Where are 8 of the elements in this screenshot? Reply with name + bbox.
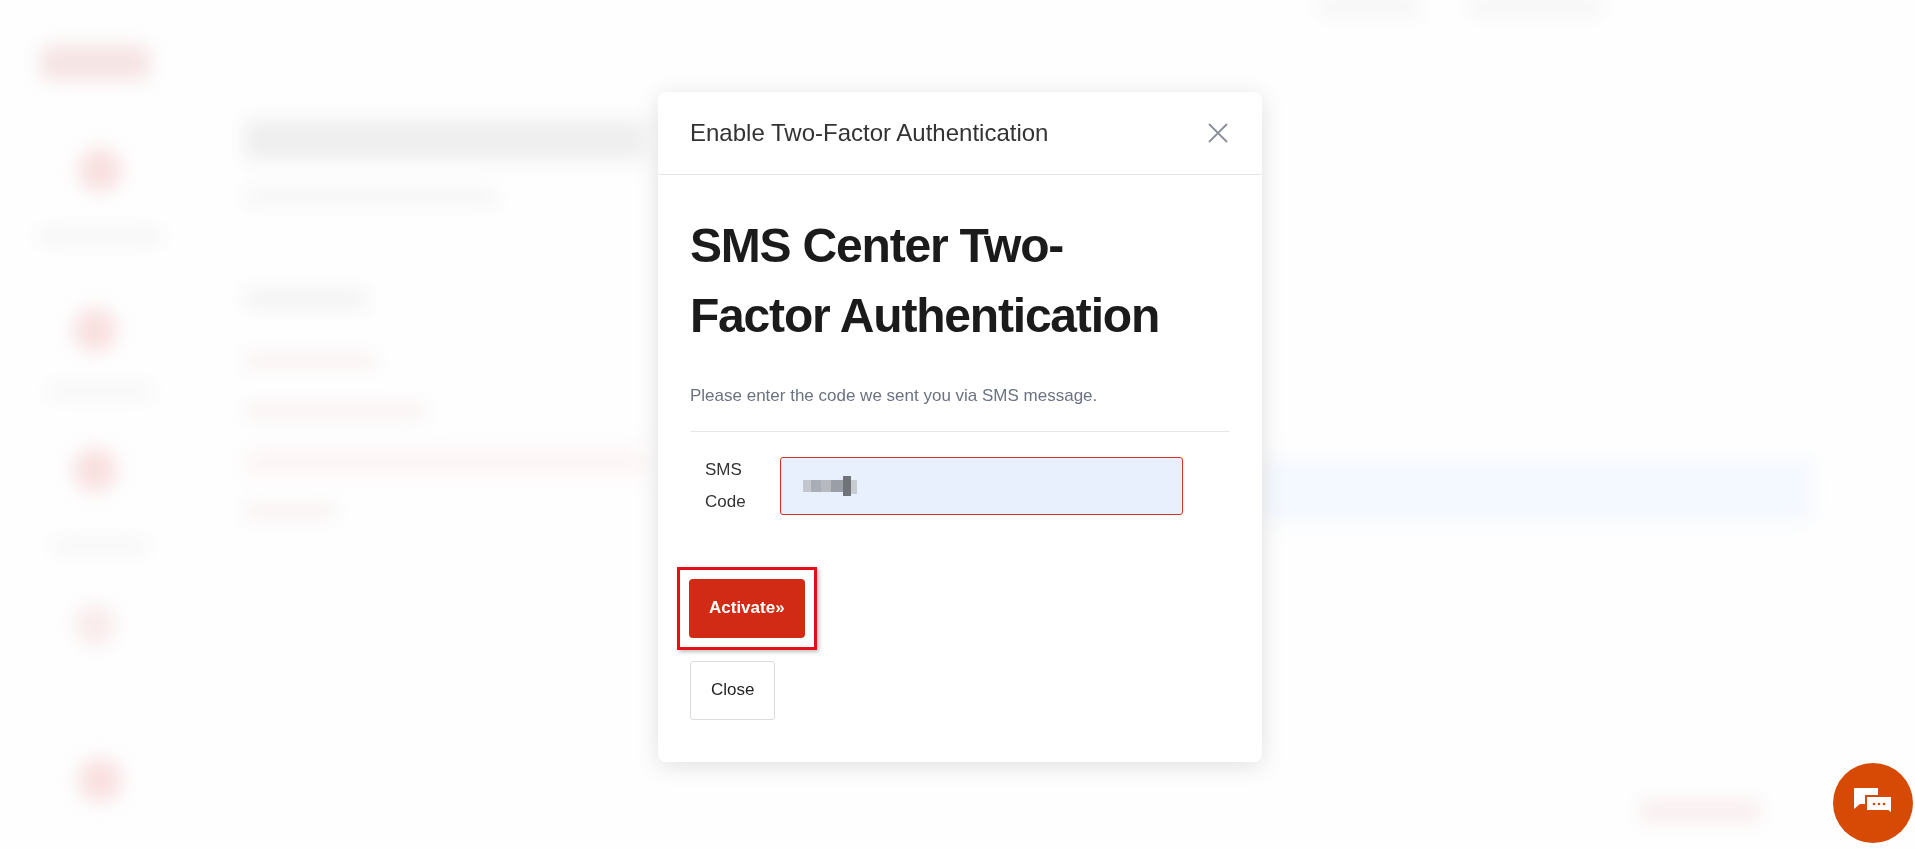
instruction-text: Please enter the code we sent you via SMS message. <box>690 385 1099 407</box>
dialog-title: Enable Two-Factor Authentication <box>690 118 1049 148</box>
close-button[interactable]: Close <box>690 660 776 720</box>
activate-button[interactable]: Activate» <box>689 578 805 638</box>
close-icon[interactable] <box>1206 121 1230 145</box>
sms-code-field[interactable] <box>780 456 1183 515</box>
heading: SMS Center Two- Factor Authentication <box>690 218 1161 344</box>
field-label: SMS Code <box>704 458 747 513</box>
